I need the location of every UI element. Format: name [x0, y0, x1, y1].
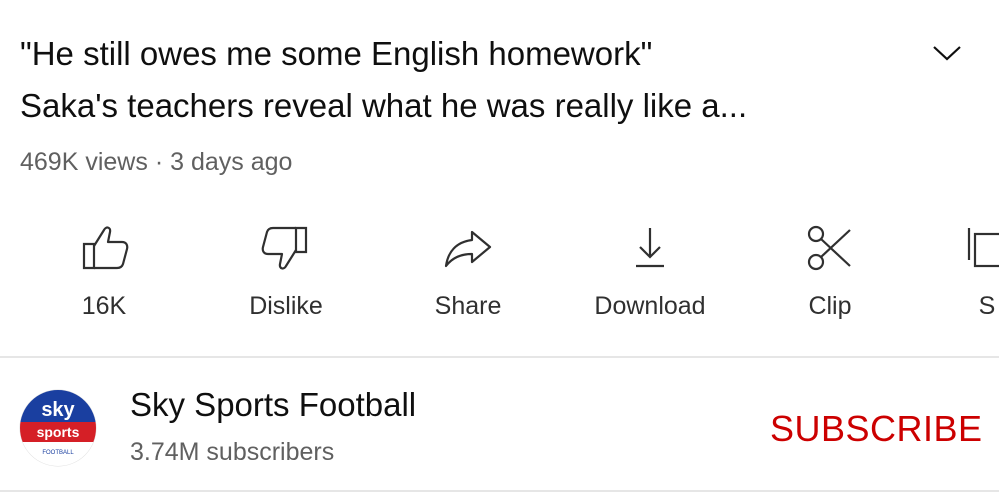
svg-text:sports: sports	[37, 424, 80, 440]
like-button[interactable]: 16K	[14, 212, 194, 332]
save-label: S	[978, 292, 996, 320]
thumbs-up-icon	[82, 226, 129, 270]
divider	[0, 356, 999, 358]
video-title[interactable]: "He still owes me some English homework"…	[20, 28, 920, 132]
clip-button[interactable]: Clip	[740, 212, 920, 332]
download-icon	[636, 228, 664, 268]
subscribe-button[interactable]: SUBSCRIBE	[770, 408, 983, 450]
video-title-line-2: Saka's teachers reveal what he was reall…	[20, 87, 748, 124]
upload-age: 3 days ago	[170, 148, 293, 176]
subscriber-count: 3.74M subscribers	[130, 438, 335, 466]
action-bar: 16K Dislike Share Download Clip S	[0, 212, 999, 332]
scissors-icon	[807, 225, 851, 271]
channel-avatar[interactable]: sky sports FOOTBALL	[18, 388, 98, 468]
divider	[0, 490, 999, 492]
svg-text:FOOTBALL: FOOTBALL	[42, 450, 74, 456]
video-meta: 469K views · 3 days ago	[20, 148, 292, 177]
clip-label: Clip	[808, 292, 852, 320]
video-title-line-1: "He still owes me some English homework"	[20, 35, 653, 72]
download-button[interactable]: Download	[560, 212, 740, 332]
chevron-down-icon	[933, 46, 961, 61]
share-button[interactable]: Share	[378, 212, 558, 332]
like-count: 16K	[81, 292, 127, 320]
sky-sports-logo: sky sports FOOTBALL	[19, 389, 97, 467]
share-label: Share	[434, 292, 502, 320]
save-button[interactable]: S	[897, 212, 999, 332]
dislike-label: Dislike	[249, 292, 323, 320]
download-label: Download	[594, 292, 706, 320]
save-icon	[967, 228, 999, 268]
dislike-button[interactable]: Dislike	[196, 212, 376, 332]
svg-text:sky: sky	[41, 399, 75, 421]
channel-name[interactable]: Sky Sports Football	[130, 386, 416, 424]
expand-description-button[interactable]	[930, 42, 964, 64]
meta-separator: ·	[154, 148, 164, 176]
view-count: 469K views	[20, 148, 148, 176]
thumbs-down-icon	[261, 226, 308, 270]
share-icon	[444, 230, 492, 268]
